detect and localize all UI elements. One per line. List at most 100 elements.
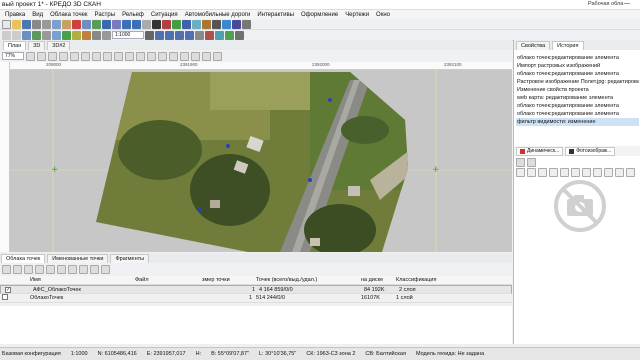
header-disk[interactable]: на диске [359,277,394,283]
menu-item-interactives[interactable]: Интерактивы [257,12,294,18]
dimension-icon[interactable] [215,30,224,40]
window-icon[interactable] [52,30,61,40]
tab-plan[interactable]: План [3,41,27,50]
select-icon[interactable] [2,30,11,40]
menu-item-rasters[interactable]: Растры [95,12,116,18]
map-canvas[interactable]: + + [10,70,512,252]
point-icon[interactable] [125,51,134,61]
zoom-icon[interactable] [142,19,151,29]
text-icon[interactable] [145,30,154,40]
eye-icon[interactable] [92,30,101,40]
new-file-icon[interactable] [2,19,11,29]
pen-icon[interactable] [72,30,81,40]
menu-item-drawings[interactable]: Чертежи [345,12,369,18]
menu-item-relief[interactable]: Рельеф [122,12,144,18]
grid-icon[interactable] [82,19,91,29]
header-file[interactable]: Файл [133,277,200,283]
cube-icon[interactable] [232,19,241,29]
tab-history[interactable]: История [552,41,584,50]
ruler-icon[interactable] [82,30,91,40]
print-icon[interactable] [32,19,41,29]
line-icon[interactable] [162,19,171,29]
history-item[interactable]: облако точек:редактирование элемента [516,70,639,78]
rotate-photo-icon[interactable] [582,168,591,177]
symbol-icon[interactable] [205,30,214,40]
scale-select[interactable]: 1:1000 [112,31,144,39]
select-photo-icon[interactable] [516,168,525,177]
undo-icon[interactable] [122,19,131,29]
tab-point-clouds[interactable]: Облака точек [1,254,46,263]
fit-icon[interactable] [48,51,57,61]
frame-icon[interactable] [92,51,101,61]
header-points[interactable]: Точек (всего/выд./удал.) [254,277,359,283]
snap-icon[interactable] [70,51,79,61]
filter-icon[interactable] [202,19,211,29]
points-icon[interactable] [102,19,111,29]
view-options-icon[interactable] [202,51,211,61]
redo-icon[interactable] [132,19,141,29]
view-mode-icon[interactable] [213,51,222,61]
table-row[interactable]: ✓ АФС_ОблакоТочек 1 4 164 859/0/0 84 192… [0,285,512,294]
surface-icon[interactable] [192,19,201,29]
next-photo-icon[interactable] [571,168,580,177]
table-row[interactable]: ОблакоТочек 1 514 244/0/0 16107K 1 слой [0,294,512,303]
zoom-out-icon[interactable] [37,51,46,61]
north-icon[interactable] [103,51,112,61]
history-item[interactable]: облако точек:редактирование элемента [516,102,639,110]
tab-fragments[interactable]: Фрагменты [110,254,150,263]
pin-icon[interactable] [212,19,221,29]
link-photo-icon[interactable] [593,168,602,177]
grid-toggle-icon[interactable] [81,51,90,61]
tab-named-points[interactable]: Именованные точки [47,254,109,263]
list-icon[interactable] [527,158,536,167]
status-config[interactable]: Базовая конфигурация [0,351,61,357]
filter-cloud-icon[interactable] [24,264,33,274]
rotate-icon[interactable] [22,30,31,40]
snap-end-icon[interactable] [158,51,167,61]
pan-icon[interactable] [59,51,68,61]
snap-perp-icon[interactable] [169,51,178,61]
row-checkbox[interactable]: ✓ [3,286,31,293]
visibility-cloud-icon[interactable] [79,264,88,274]
history-item[interactable]: облако точек:редактирование элемента [516,110,639,118]
menu-item-design[interactable]: Оформление [301,12,338,18]
color-cloud-icon[interactable] [46,264,55,274]
header-point-size[interactable]: змер точки [200,277,254,283]
cursor-icon[interactable] [152,19,161,29]
node-icon[interactable] [136,51,145,61]
status-cs[interactable]: СК: 1963-С3 зона 2 [306,351,355,357]
properties-cloud-icon[interactable] [68,264,77,274]
history-item[interactable]: Импорт растровых изображений [516,62,639,70]
status-geoid[interactable]: Модель геоида: Не задана [416,351,484,357]
header-classification[interactable]: Классификация [394,277,469,283]
menu-item-situation[interactable]: Ситуация [151,12,178,18]
remove-cloud-icon[interactable] [13,264,22,274]
cross-icon[interactable] [114,51,123,61]
merge-cloud-icon[interactable] [35,264,44,274]
save-icon[interactable] [22,19,31,29]
leader-icon[interactable] [225,30,234,40]
hatch-icon[interactable] [195,30,204,40]
refresh-icon[interactable] [62,30,71,40]
cut-icon[interactable] [42,19,51,29]
snap-grid-icon[interactable] [180,51,189,61]
profile-icon[interactable] [182,19,191,29]
zoom-photo-icon[interactable] [527,168,536,177]
tab-dynamic[interactable]: Динамическ... [516,146,564,156]
minimize-icon[interactable]: — [624,1,630,7]
tab-3d[interactable]: 3D [28,41,46,50]
rectangle-icon[interactable] [185,30,194,40]
menu-item-view[interactable]: Вид [32,12,43,18]
tab-photo[interactable]: Фотоизображ... [565,146,616,156]
fit-photo-icon[interactable] [538,168,547,177]
settings-cloud-icon[interactable] [101,264,110,274]
tab-3d-2[interactable]: 3D#2 [47,41,71,50]
menu-item-edit[interactable]: Правка [5,12,25,18]
polygon-icon[interactable] [155,30,164,40]
export-cloud-icon[interactable] [57,264,66,274]
plane-icon[interactable] [222,19,231,29]
history-item[interactable]: облако точек:редактирование элемента [516,54,639,62]
history-item[interactable]: Изменение свойств проекта [516,86,639,94]
zoom-in-icon[interactable] [26,51,35,61]
table-icon[interactable] [42,30,51,40]
